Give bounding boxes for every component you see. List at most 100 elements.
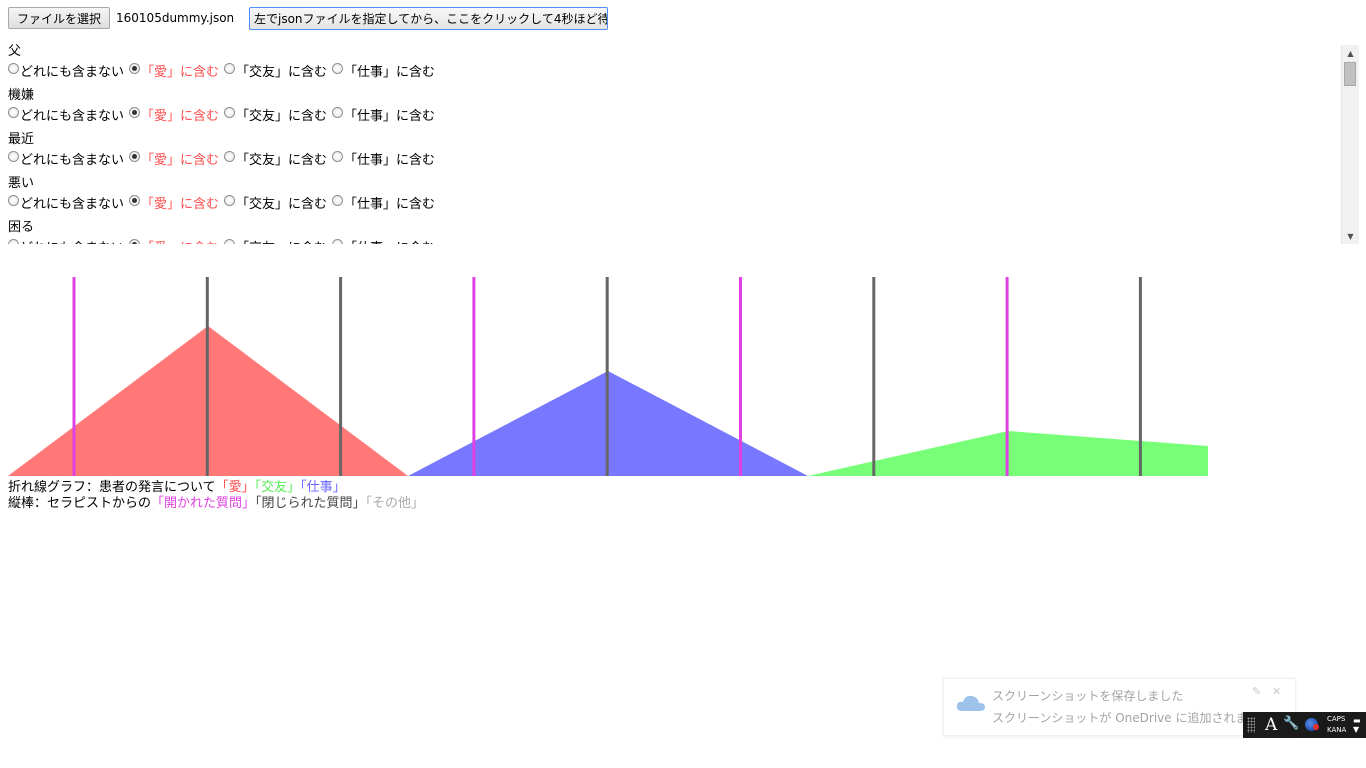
radio-label[interactable]: 「仕事」に含む (344, 237, 435, 245)
radio-label[interactable]: 「交友」に含む (236, 193, 327, 212)
selected-file-name: 160105dummy.json (116, 11, 235, 25)
category-option[interactable]: どれにも含まない (8, 61, 124, 80)
radio-label[interactable]: 「仕事」に含む (344, 61, 435, 80)
radio-label[interactable]: 「交友」に含む (236, 149, 327, 168)
legend-line-graph: 折れ線グラフ：患者の発言について「愛」「交友」「仕事」 (8, 480, 424, 496)
load-json-button[interactable]: 左でjsonファイルを指定してから、ここをクリックして4秒ほど待つ (249, 7, 608, 30)
radio-label[interactable]: 「愛」に含む (141, 61, 219, 80)
radio-button[interactable] (332, 62, 344, 74)
word-item: 機嫌 どれにも含まない 「愛」に含む 「交友」に含む 「仕事」に含む (8, 88, 1358, 132)
input-mode-icon[interactable]: A (1265, 715, 1277, 735)
radio-button[interactable] (8, 194, 19, 206)
grip-icon[interactable] (1247, 717, 1255, 733)
category-option[interactable]: どれにも含まない (8, 149, 124, 168)
legend-love: 「愛」 (215, 480, 255, 495)
scroll-down-arrow-icon[interactable]: ▼ (1342, 228, 1359, 244)
caps-indicator: CAPS (1327, 715, 1346, 723)
category-radio-group: どれにも含まない 「愛」に含む 「交友」に含む 「仕事」に含む (8, 235, 1358, 244)
close-icon[interactable]: ✕ (1272, 685, 1281, 698)
category-option[interactable]: 「交友」に含む (224, 105, 327, 124)
radio-button[interactable] (224, 238, 236, 244)
radio-label[interactable]: 「愛」に含む (141, 193, 219, 212)
radio-button[interactable] (332, 194, 344, 206)
category-option[interactable]: 「交友」に含む (224, 193, 327, 212)
radio-button[interactable] (224, 106, 236, 118)
choose-file-button[interactable]: ファイルを選択 (8, 7, 111, 29)
word-label: 困る (8, 220, 35, 235)
category-option[interactable]: 「愛」に含む (129, 149, 219, 168)
word-classification-list: 父どれにも含まない 「愛」に含む 「交友」に含む 「仕事」に含む 機嫌 どれにも含まない「… (8, 44, 1358, 244)
category-option[interactable]: 「愛」に含む (129, 193, 219, 212)
category-option[interactable]: どれにも含まない (8, 237, 124, 245)
category-option[interactable]: 「仕事」に含む (332, 237, 435, 245)
category-option[interactable]: 「交友」に含む (224, 149, 327, 168)
radio-button[interactable] (129, 62, 141, 74)
options-arrow-icon[interactable]: ▬ ▼ (1353, 716, 1361, 734)
radio-button[interactable] (224, 194, 236, 206)
legend-closed-question: 「閉じられた質問」 (255, 496, 366, 511)
radio-button[interactable] (8, 106, 19, 118)
radio-label[interactable]: 「仕事」に含む (344, 193, 435, 212)
category-option[interactable]: 「愛」に含む (129, 105, 219, 124)
category-option[interactable]: どれにも含まない (8, 193, 124, 212)
pin-icon[interactable]: ✎ (1252, 685, 1261, 698)
notification-title: スクリーンショットを保存しました (992, 689, 1184, 703)
radio-label[interactable]: どれにも含まない (20, 149, 124, 168)
radio-label[interactable]: 「愛」に含む (141, 105, 219, 124)
category-option[interactable]: 「仕事」に含む (332, 193, 435, 212)
radio-label[interactable]: 「仕事」に含む (344, 149, 435, 168)
word-list-scrollbar[interactable]: ▲ ▼ (1341, 45, 1359, 244)
radio-label[interactable]: どれにも含まない (20, 105, 124, 124)
word-item: 困るどれにも含まない 「愛」に含む 「交友」に含む 「仕事」に含む (8, 220, 1358, 244)
category-option[interactable]: 「仕事」に含む (332, 61, 435, 80)
category-option[interactable]: 「交友」に含む (224, 237, 327, 245)
radio-label[interactable]: どれにも含まない (20, 237, 124, 245)
radio-label[interactable]: どれにも含まない (20, 61, 124, 80)
conversation-chart (8, 277, 1208, 476)
kana-indicator: KANA (1327, 726, 1347, 734)
word-label: 最近 (8, 132, 35, 147)
chart-legend: 折れ線グラフ：患者の発言について「愛」「交友」「仕事」 縦棒：セラピストからの「… (8, 480, 424, 512)
radio-label[interactable]: 「交友」に含む (236, 61, 327, 80)
radio-button[interactable] (224, 62, 236, 74)
legend-work: 「仕事」 (300, 480, 346, 495)
category-radio-group: どれにも含まない「愛」に含む「交友」に含む「仕事」に含む (8, 191, 1358, 213)
radio-button[interactable] (8, 238, 19, 244)
radio-button[interactable] (129, 150, 141, 162)
radio-button[interactable] (129, 238, 141, 244)
word-item: 悪い どれにも含まない 「愛」に含む 「交友」に含む 「仕事」に含む (8, 176, 1358, 220)
category-radio-group: どれにも含まない「愛」に含む「交友」に含む「仕事」に含む (8, 59, 1358, 81)
radio-label[interactable]: 「仕事」に含む (344, 105, 435, 124)
category-option[interactable]: 「交友」に含む (224, 61, 327, 80)
category-option[interactable]: 「愛」に含む (129, 61, 219, 80)
legend-bar-prefix: 縦棒：セラピストからの (8, 496, 152, 511)
scrollbar-thumb[interactable] (1344, 62, 1356, 86)
legend-friend: 「交友」 (254, 480, 301, 495)
cloud-icon (956, 695, 985, 711)
radio-label[interactable]: 「愛」に含む (141, 237, 219, 245)
radio-button[interactable] (129, 106, 141, 118)
radio-label[interactable]: 「交友」に含む (236, 105, 327, 124)
radio-button[interactable] (8, 150, 19, 162)
category-option[interactable]: 「愛」に含む (129, 237, 219, 245)
wrench-icon[interactable]: 🔧 (1283, 716, 1299, 731)
file-input[interactable]: ファイルを選択 160105dummy.json (8, 7, 234, 29)
category-option[interactable]: どれにも含まない (8, 105, 124, 124)
legend-bars: 縦棒：セラピストからの「開かれた質問」「閉じられた質問」「その他」 (8, 496, 424, 512)
radio-button[interactable] (129, 194, 141, 206)
radio-button[interactable] (332, 106, 344, 118)
radio-button[interactable] (332, 150, 344, 162)
radio-label[interactable]: どれにも含まない (20, 193, 124, 212)
radio-button[interactable] (332, 238, 344, 244)
word-item: 父どれにも含まない 「愛」に含む 「交友」に含む 「仕事」に含む (8, 44, 1358, 88)
category-option[interactable]: 「仕事」に含む (332, 105, 435, 124)
radio-button[interactable] (224, 150, 236, 162)
radio-label[interactable]: 「交友」に含む (236, 237, 327, 245)
legend-other-question: 「その他」 (365, 496, 425, 511)
ime-language-bar[interactable]: A 🔧 CAPS KANA ▬ ▼ (1243, 712, 1366, 738)
radio-button[interactable] (8, 62, 19, 74)
category-option[interactable]: 「仕事」に含む (332, 149, 435, 168)
scroll-up-arrow-icon[interactable]: ▲ (1342, 45, 1359, 61)
radio-label[interactable]: 「愛」に含む (141, 149, 219, 168)
word-label: 悪い (8, 176, 35, 191)
